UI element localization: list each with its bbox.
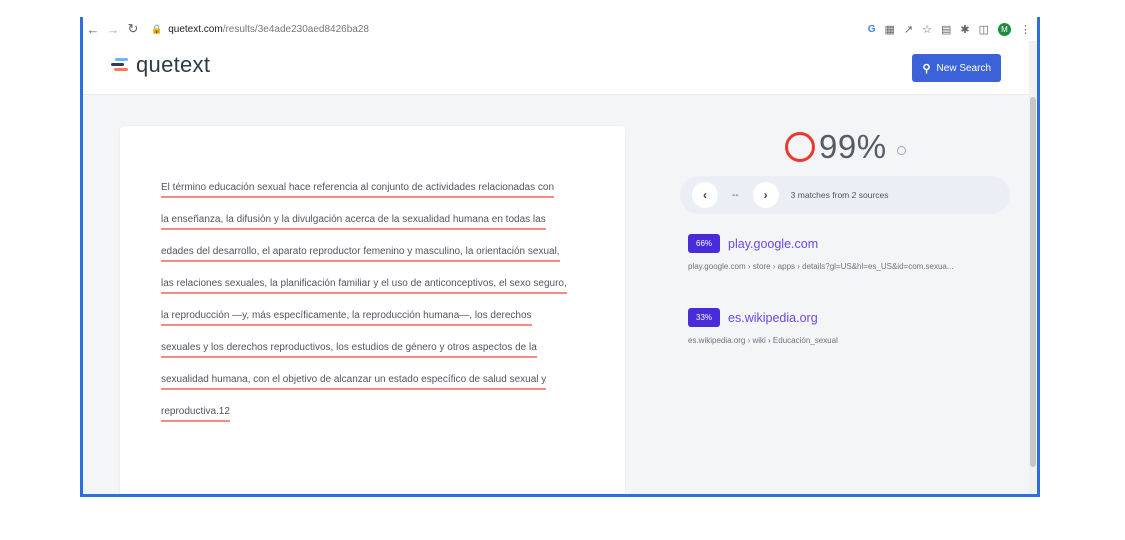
url-path: /results/3e4ade230aed8426ba28 (222, 23, 369, 35)
lock-icon: 🔒 (151, 23, 163, 34)
source-percent-badge: 33% (688, 308, 721, 327)
scrollbar[interactable] (1029, 41, 1037, 494)
profile-avatar[interactable]: M (998, 22, 1011, 36)
source-link[interactable]: es.wikipedia.org (728, 311, 818, 325)
score-percent: 99% (819, 128, 887, 165)
google-icon[interactable]: G (868, 24, 876, 35)
bookmark-star-icon[interactable]: ☆ (922, 23, 932, 36)
match-position: -- (732, 189, 739, 201)
match-navigation: ‹ -- › 3 matches from 2 sources (680, 176, 1010, 214)
source-link[interactable]: play.google.com (728, 237, 818, 251)
document-line[interactable]: sexuales y los derechos reproductivos, l… (161, 342, 567, 362)
sidepanel-icon[interactable]: ◫ (979, 23, 989, 36)
document-line[interactable]: El término educación sexual hace referen… (161, 182, 567, 202)
source-url: play.google.com › store › apps › details… (688, 262, 954, 271)
address-bar[interactable]: 🔒 quetext.com/results/3e4ade230aed8426ba… (151, 24, 369, 35)
new-search-button[interactable]: ⚲ New Search (912, 54, 1001, 82)
next-match-button[interactable]: › (752, 182, 779, 208)
app-header: quetext ⚲ New Search (83, 41, 1037, 95)
document-line[interactable]: edades del desarrollo, el aparato reprod… (161, 246, 567, 266)
browser-window: ← → ↻ 🔒 quetext.com/results/3e4ade230aed… (80, 17, 1040, 497)
source-item: 66% play.google.com play.google.com › st… (688, 234, 954, 271)
quetext-logo-icon (111, 58, 128, 72)
document-panel: El término educación sexual hace referen… (120, 126, 625, 494)
menu-kebab-icon[interactable]: ⋮ (1020, 23, 1031, 36)
source-percent-badge: 66% (688, 234, 721, 253)
document-line[interactable]: la reproducción —y, más específicamente,… (161, 310, 567, 330)
new-search-label: New Search (936, 62, 991, 74)
document-line[interactable]: la enseñanza, la difusión y la divulgaci… (161, 214, 567, 234)
reload-icon[interactable]: ↻ (123, 21, 143, 37)
document-icon[interactable]: ▤ (941, 23, 951, 36)
forward-icon[interactable]: → (103, 22, 123, 37)
score-ring-icon (785, 132, 815, 162)
share-icon[interactable]: ↗ (904, 23, 913, 36)
browser-toolbar: ← → ↻ 🔒 quetext.com/results/3e4ade230aed… (83, 17, 1037, 42)
url-domain: quetext.com (168, 23, 223, 35)
search-icon: ⚲ (922, 62, 931, 75)
translate-icon[interactable]: ▦ (884, 23, 894, 36)
extensions-puzzle-icon[interactable]: ✱ (960, 23, 969, 36)
quetext-logo[interactable]: quetext (111, 52, 210, 78)
document-text: El término educación sexual hace referen… (161, 182, 567, 438)
matches-summary: 3 matches from 2 sources (790, 190, 889, 200)
browser-extensions: G ▦ ↗ ☆ ▤ ✱ ◫ M ⋮ (868, 17, 1031, 41)
scrollbar-thumb[interactable] (1030, 97, 1036, 467)
logo-text: quetext (136, 52, 211, 77)
source-url: es.wikipedia.org › wiki › Educación_sexu… (688, 336, 838, 345)
previous-match-button[interactable]: ‹ (692, 182, 718, 208)
document-line[interactable]: reproductiva.12 (161, 406, 567, 426)
info-icon[interactable] (896, 145, 906, 155)
document-line[interactable]: las relaciones sexuales, la planificació… (161, 278, 567, 298)
document-line[interactable]: sexualidad humana, con el objetivo de al… (161, 374, 567, 394)
plagiarism-score: 99% (785, 128, 906, 166)
back-icon[interactable]: ← (83, 22, 103, 37)
source-item: 33% es.wikipedia.org es.wikipedia.org › … (688, 308, 838, 345)
